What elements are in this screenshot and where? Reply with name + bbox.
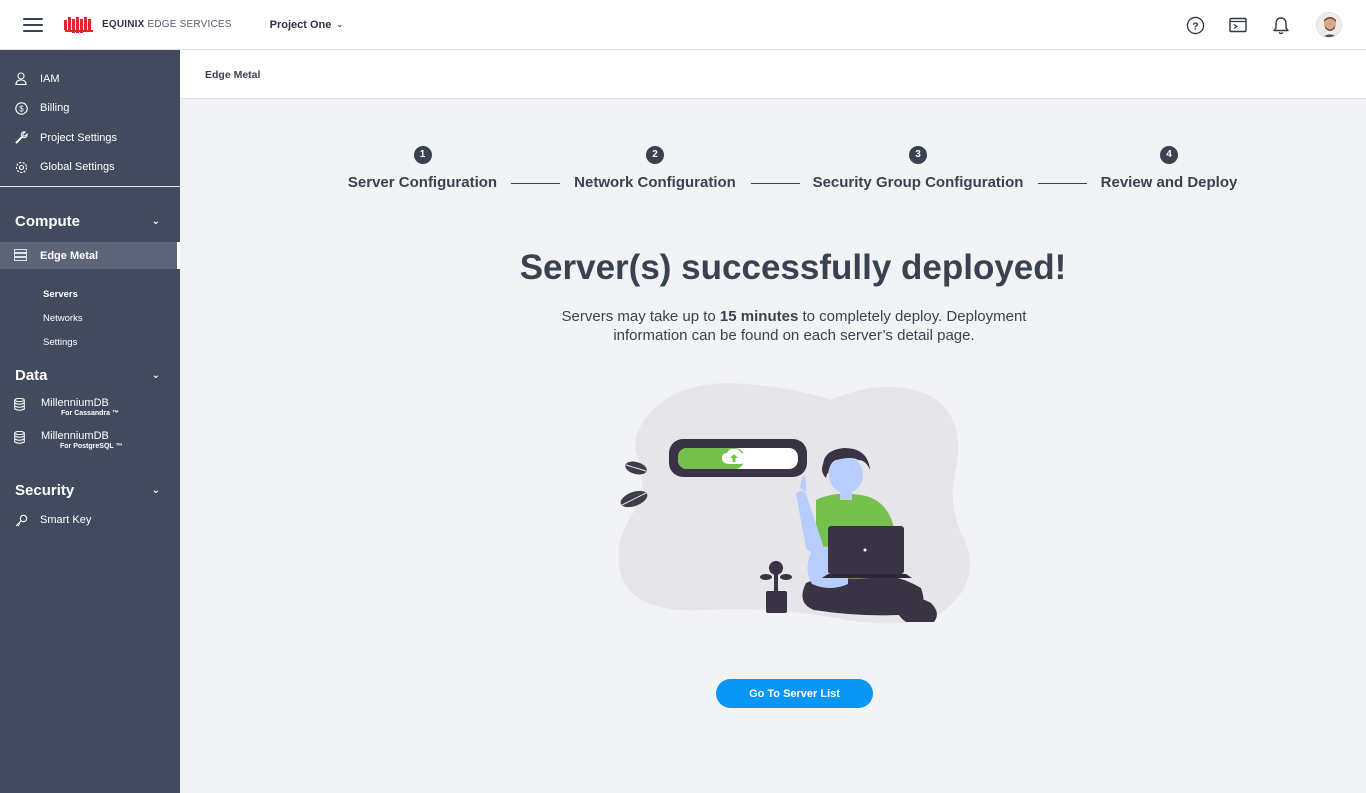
section-title: Compute xyxy=(15,212,80,230)
key-icon xyxy=(14,513,28,527)
sidebar-item-smart-key[interactable]: Smart Key xyxy=(0,508,180,532)
brand-text: EQUINIX EDGE SERVICES xyxy=(102,19,232,30)
sidebar-item-label: Edge Metal xyxy=(40,249,99,262)
chevron-down-icon: ⌄ xyxy=(151,484,160,496)
brand-bold: EQUINIX xyxy=(102,19,145,30)
chevron-down-icon: ⌄ xyxy=(151,215,160,227)
svg-text:?: ? xyxy=(1192,21,1198,32)
breadcrumb-bar: Edge Metal xyxy=(180,50,1366,99)
database-icon xyxy=(14,397,28,412)
step-security-group-configuration: 3 Security Group Configuration xyxy=(812,146,1024,191)
section-compute[interactable]: Compute ⌄ xyxy=(0,209,180,233)
svg-text:$: $ xyxy=(19,104,24,113)
section-title: Data xyxy=(15,366,48,384)
db-name: MillenniumDB xyxy=(41,430,109,442)
sidebar-subitem-servers[interactable]: Servers xyxy=(0,282,180,306)
upload-progress-bar xyxy=(669,439,807,477)
db-subtitle: For Cassandra ™ xyxy=(61,410,119,417)
chevron-down-icon: ⌄ xyxy=(151,369,160,381)
success-text-bold: 15 minutes xyxy=(719,308,799,325)
section-data[interactable]: Data ⌄ xyxy=(0,363,180,387)
top-bar: EQUINIX EDGE SERVICES Project One ⌄ ? xyxy=(0,0,1366,50)
step-connector xyxy=(1038,183,1087,184)
step-label: Server Configuration xyxy=(347,174,498,191)
equinix-logo[interactable]: EQUINIX EDGE SERVICES xyxy=(64,16,232,34)
project-selector[interactable]: Project One ⌄ xyxy=(270,19,343,31)
sidebar-item-millenniumdb-cassandra[interactable]: MillenniumDB For Cassandra ™ xyxy=(0,397,180,417)
top-icons: ? xyxy=(1185,0,1366,50)
step-label: Security Group Configuration xyxy=(812,174,1024,191)
step-label: Network Configuration xyxy=(574,174,736,191)
step-review-and-deploy: 4 Review and Deploy xyxy=(1099,146,1239,191)
terminal-icon[interactable] xyxy=(1228,15,1248,35)
project-name: Project One xyxy=(269,18,332,31)
breadcrumb[interactable]: Edge Metal xyxy=(205,69,260,81)
success-text-before: Servers may take up to xyxy=(561,308,720,325)
brand-light: EDGE SERVICES xyxy=(147,19,232,30)
server-icon xyxy=(14,248,28,263)
step-network-configuration: 2 Network Configuration xyxy=(572,146,738,191)
chevron-down-icon: ⌄ xyxy=(336,20,344,29)
equinix-logo-mark xyxy=(64,16,93,33)
step-number: 3 xyxy=(909,146,927,164)
sidebar-item-millenniumdb-postgresql[interactable]: MillenniumDB For PostgreSQL ™ xyxy=(0,430,180,450)
sidebar-item-label: Billing xyxy=(40,102,70,115)
go-to-server-list-button[interactable]: Go To Server List xyxy=(716,679,873,708)
user-icon xyxy=(14,72,28,86)
section-security[interactable]: Security ⌄ xyxy=(0,478,180,502)
success-title: Server(s) successfully deployed! xyxy=(519,248,1067,287)
sidebar-item-label: Smart Key xyxy=(40,514,92,526)
sidebar-item-iam[interactable]: IAM xyxy=(0,64,180,94)
hamburger-icon[interactable] xyxy=(23,17,43,32)
database-icon xyxy=(14,430,28,445)
step-label: Review and Deploy xyxy=(1100,174,1238,191)
sidebar-item-edge-metal[interactable]: Edge Metal xyxy=(0,242,180,269)
step-number: 1 xyxy=(413,146,432,164)
db-subtitle: For PostgreSQL ™ xyxy=(60,443,123,450)
wizard-stepper: 1 Server Configuration 2 Network Configu… xyxy=(0,146,1366,196)
sidebar-item-label: IAM xyxy=(40,72,60,85)
sidebar-subitem-settings[interactable]: Settings xyxy=(0,330,180,354)
db-name: MillenniumDB xyxy=(41,397,109,409)
sidebar-subitem-networks[interactable]: Networks xyxy=(0,306,180,330)
section-title: Security xyxy=(15,481,75,499)
bell-icon[interactable] xyxy=(1271,15,1291,35)
deploy-illustration xyxy=(618,383,970,624)
avatar[interactable] xyxy=(1316,12,1342,38)
success-message: Servers may take up to 15 minutes to com… xyxy=(560,307,1028,345)
step-connector xyxy=(751,183,800,184)
help-icon[interactable]: ? xyxy=(1185,15,1205,35)
wrench-icon xyxy=(14,131,28,145)
sidebar-item-label: Project Settings xyxy=(40,131,118,144)
step-number: 2 xyxy=(646,146,664,164)
sidebar-item-billing[interactable]: $ Billing xyxy=(0,94,180,124)
step-server-configuration: 1 Server Configuration xyxy=(347,146,498,191)
step-number: 4 xyxy=(1160,146,1178,164)
step-connector xyxy=(511,183,560,184)
dollar-icon: $ xyxy=(14,101,28,115)
